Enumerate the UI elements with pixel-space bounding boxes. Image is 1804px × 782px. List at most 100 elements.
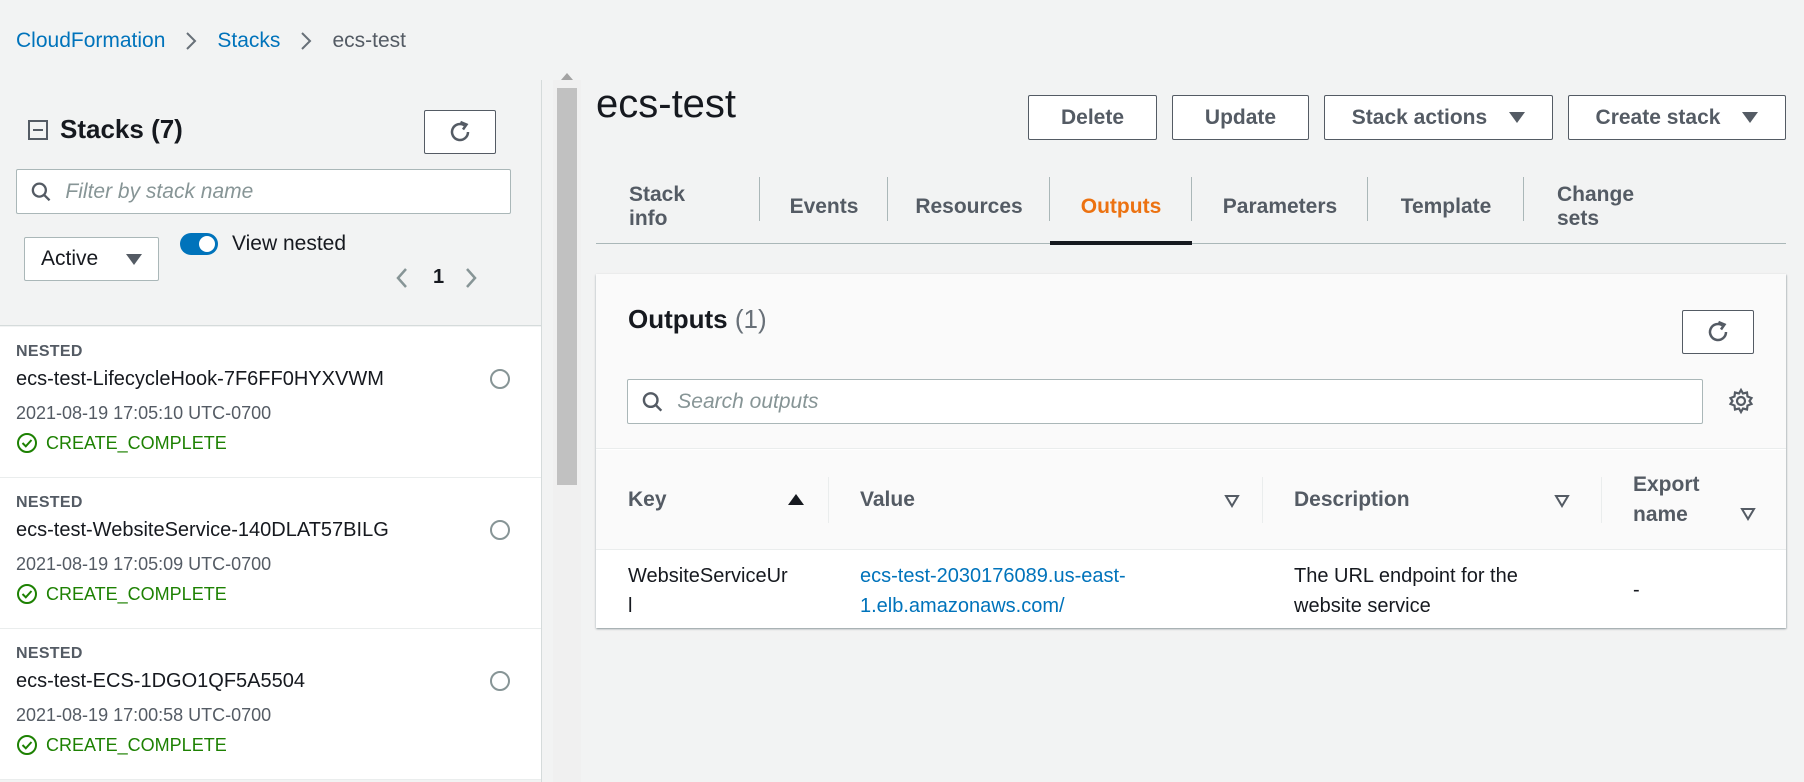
nested-tag: NESTED <box>16 343 83 360</box>
pagination: 1 <box>395 266 478 289</box>
scroll-up-arrow[interactable] <box>561 73 573 80</box>
create-stack-button[interactable]: Create stack <box>1568 95 1786 140</box>
output-value-link[interactable]: ecs-test-2030176089.us-east- 1.elb.amazo… <box>860 565 1126 617</box>
column-value-label: Value <box>860 488 915 511</box>
stacks-panel-header: Stacks (7) Active View nested 1 <box>0 80 541 326</box>
caret-down-icon <box>1742 112 1759 123</box>
output-description: The URL endpoint for the website service <box>1294 565 1518 617</box>
stack-status: CREATE_COMPLETE <box>16 734 227 756</box>
update-button[interactable]: Update <box>1172 95 1309 140</box>
sort-icon <box>1740 508 1756 521</box>
breadcrumb-current: ecs-test <box>332 29 406 52</box>
chevron-left-icon[interactable] <box>395 267 409 289</box>
search-outputs-field <box>627 379 1703 424</box>
stack-name: ecs-test-WebsiteService-140DLAT57BILG <box>16 519 389 541</box>
stack-select-radio[interactable] <box>490 369 510 389</box>
chevron-right-icon <box>185 31 197 51</box>
stack-actions-label: Stack actions <box>1351 105 1488 129</box>
breadcrumb: CloudFormation Stacks ecs-test <box>16 28 406 54</box>
tab-stack-info[interactable]: Stack info <box>596 170 760 244</box>
view-nested-label: View nested <box>232 232 347 255</box>
breadcrumb-cloudformation[interactable]: CloudFormation <box>16 29 165 53</box>
tab-events[interactable]: Events <box>760 170 888 244</box>
outputs-title: Outputs (1) <box>628 304 767 335</box>
chevron-right-icon[interactable] <box>464 267 478 289</box>
outputs-count: (1) <box>734 304 767 334</box>
status-filter-select[interactable]: Active <box>24 237 159 281</box>
search-icon <box>31 181 51 201</box>
stack-status-text: CREATE_COMPLETE <box>46 734 227 755</box>
column-export-name-label: Export name <box>1633 473 1700 526</box>
stack-select-radio[interactable] <box>490 520 510 540</box>
refresh-icon <box>450 120 470 142</box>
column-key[interactable]: Key <box>628 450 828 550</box>
column-value[interactable]: Value <box>860 450 1260 550</box>
nested-tag: NESTED <box>16 494 83 511</box>
table-row: WebsiteServiceUr l ecs-test-2030176089.u… <box>596 551 1786 628</box>
sort-icon <box>1554 495 1570 508</box>
stack-status: CREATE_COMPLETE <box>16 432 227 454</box>
tab-change-sets[interactable]: Change sets <box>1524 170 1706 244</box>
sort-ascending-icon <box>788 494 804 505</box>
outputs-header: Outputs (1) <box>596 274 1786 449</box>
stack-status-text: CREATE_COMPLETE <box>46 583 227 604</box>
status-success-icon <box>17 735 37 755</box>
scrollbar-thumb[interactable] <box>557 88 577 485</box>
tab-template[interactable]: Template <box>1368 170 1524 244</box>
tab-outputs-label: Outputs <box>1080 195 1162 218</box>
delete-button[interactable]: Delete <box>1028 95 1157 140</box>
outputs-table-header: Key Value Description Export name <box>596 450 1786 550</box>
page-number[interactable]: 1 <box>433 266 444 289</box>
search-outputs-input[interactable] <box>677 389 1702 414</box>
stack-name: ecs-test-LifecycleHook-7F6FF0HYXVWM <box>16 368 384 390</box>
stacks-panel: Stacks (7) Active View nested 1 <box>0 80 542 782</box>
settings-gear-icon[interactable] <box>1727 387 1755 420</box>
caret-down-icon <box>126 253 142 265</box>
refresh-stacks-button[interactable] <box>424 110 496 154</box>
filter-stacks-input[interactable] <box>65 179 510 204</box>
nested-tag: NESTED <box>16 645 83 662</box>
scrollbar[interactable] <box>553 73 581 782</box>
stacks-title: Stacks (7) <box>28 114 183 145</box>
stack-date: 2021-08-19 17:00:58 UTC-0700 <box>16 705 272 725</box>
stack-list-item[interactable]: NESTED ecs-test-LifecycleHook-7F6FF0HYXV… <box>0 327 541 478</box>
create-stack-label: Create stack <box>1595 105 1721 129</box>
refresh-outputs-button[interactable] <box>1682 310 1754 354</box>
view-nested-toggle[interactable]: View nested <box>180 232 346 256</box>
tab-outputs[interactable]: Outputs <box>1050 170 1192 245</box>
stack-list-item[interactable]: NESTED ecs-test-WebsiteService-140DLAT57… <box>0 478 541 629</box>
stack-date: 2021-08-19 17:05:09 UTC-0700 <box>16 554 272 574</box>
column-description-label: Description <box>1294 488 1410 511</box>
status-success-icon <box>17 584 37 604</box>
column-description[interactable]: Description <box>1294 450 1594 550</box>
filter-stacks-field <box>16 169 511 214</box>
chevron-right-icon <box>300 31 312 51</box>
page-title: ecs-test <box>596 82 737 126</box>
active-tab-indicator <box>1050 241 1192 245</box>
stack-status-text: CREATE_COMPLETE <box>46 432 227 453</box>
stack-select-radio[interactable] <box>490 671 510 691</box>
stacks-title-text: Stacks (7) <box>60 114 183 144</box>
column-key-label: Key <box>628 488 667 511</box>
output-export-name: - <box>1633 579 1640 601</box>
stack-name: ecs-test-ECS-1DGO1QF5A5504 <box>16 670 305 692</box>
outputs-title-text: Outputs <box>628 304 728 334</box>
status-filter-value: Active <box>41 247 99 270</box>
tab-parameters[interactable]: Parameters <box>1192 170 1368 244</box>
stack-list-item[interactable]: NESTED ecs-test-ECS-1DGO1QF5A5504 2021-0… <box>0 629 541 780</box>
caret-down-icon <box>1509 112 1526 123</box>
output-value: ecs-test-2030176089.us-east- 1.elb.amazo… <box>860 561 1260 621</box>
stack-date: 2021-08-19 17:05:10 UTC-0700 <box>16 403 272 423</box>
collapse-icon[interactable] <box>28 119 48 140</box>
tab-resources[interactable]: Resources <box>888 170 1050 244</box>
search-icon <box>642 391 663 412</box>
sort-icon <box>1224 495 1240 508</box>
toggle-switch[interactable] <box>180 233 218 255</box>
breadcrumb-stacks[interactable]: Stacks <box>217 29 280 53</box>
stack-actions-button[interactable]: Stack actions <box>1324 95 1553 140</box>
stack-tabs: Stack info Events Resources Outputs Para… <box>596 170 1786 245</box>
column-export-name[interactable]: Export name <box>1633 450 1783 550</box>
refresh-icon <box>1708 320 1728 342</box>
stack-status: CREATE_COMPLETE <box>16 583 227 605</box>
outputs-container: Outputs (1) Key Value <box>596 274 1786 628</box>
